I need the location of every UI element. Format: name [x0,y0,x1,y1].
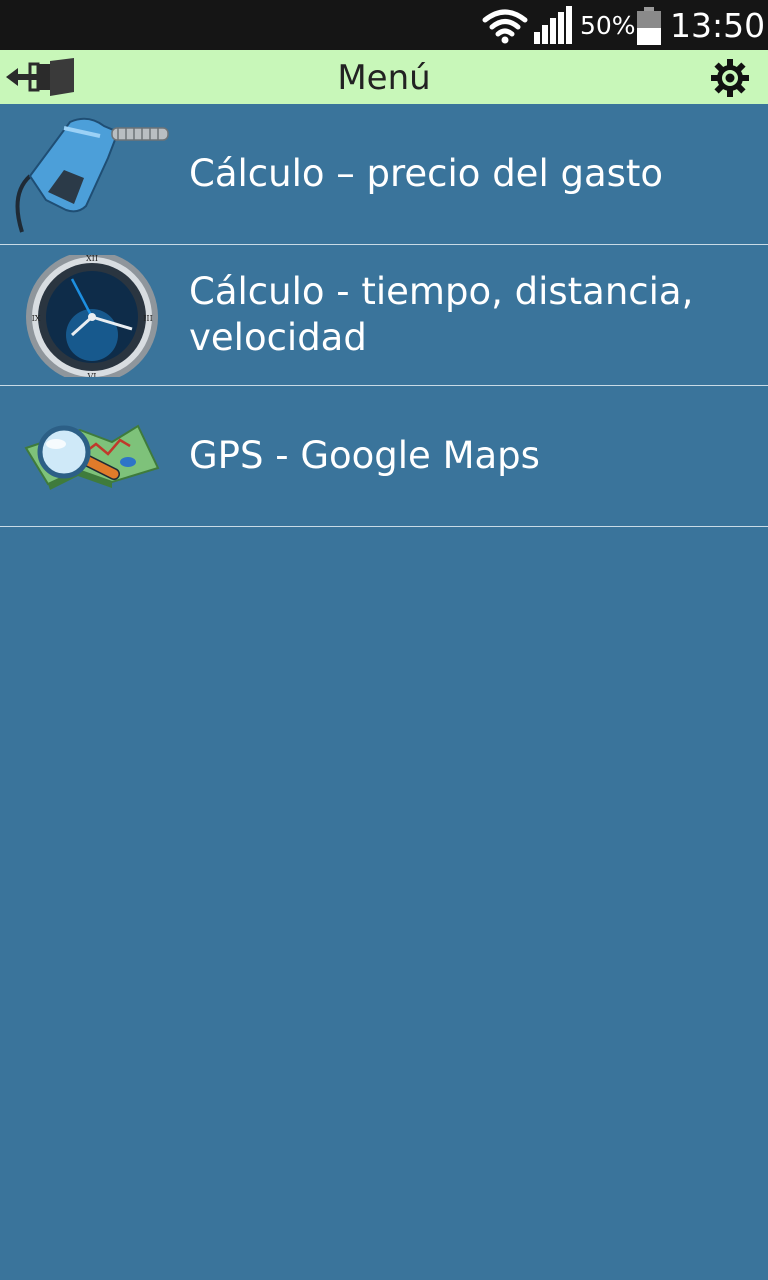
menu-item-gps-maps[interactable]: GPS - Google Maps [0,386,768,527]
wifi-icon [482,9,528,44]
clock-time: 13:50 [670,6,766,45]
svg-text:IX: IX [32,314,41,323]
clock-icon: XII III VI IX [26,255,158,377]
fuel-nozzle-icon [15,117,169,233]
svg-text:VI: VI [87,372,97,377]
menu-item-fuel-cost[interactable]: Cálculo – precio del gasto [0,104,768,245]
menu-item-label: Cálculo - tiempo, distancia, velocidad [189,270,694,359]
map-magnifier-icon [24,424,160,490]
app-bar: Menú [0,50,768,104]
menu-item-label: GPS - Google Maps [189,434,540,477]
svg-text:XII: XII [86,255,98,263]
menu-list: Cálculo – precio del gasto XII III VI IX… [0,104,768,527]
gear-icon[interactable] [710,58,750,98]
page-title: Menú [337,58,431,98]
menu-item-label: Cálculo – precio del gasto [189,152,664,195]
signal-icon [534,6,572,44]
svg-text:III: III [143,314,152,323]
menu-item-time-distance-speed[interactable]: XII III VI IX Cálculo - tiempo, distanci… [0,245,768,386]
battery-icon [637,7,661,45]
battery-percent: 50% [580,11,636,40]
status-bar: 50% 13:50 [0,0,768,50]
